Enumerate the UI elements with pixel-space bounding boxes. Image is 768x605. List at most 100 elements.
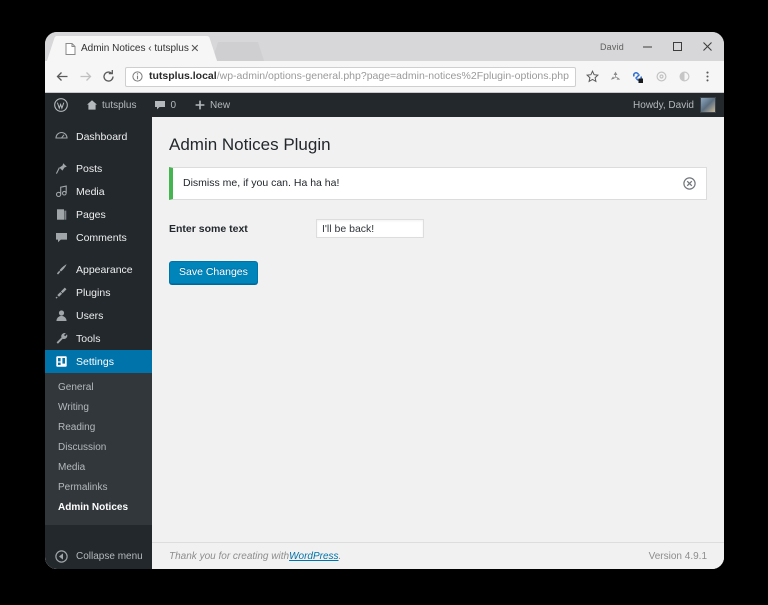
window-minimize-button[interactable] [632, 35, 662, 59]
wp-logo-menu[interactable] [45, 93, 77, 117]
sidebar-item-label: Media [76, 185, 105, 198]
collapse-menu-label: Collapse menu [76, 550, 143, 562]
wp-admin-bar: tutsplus 0 New Howdy, David [45, 93, 724, 117]
footer-thanks-prefix: Thank you for creating with [169, 550, 290, 562]
comment-icon [54, 231, 68, 245]
browser-tab-title: Admin Notices ‹ tutsplus [81, 42, 189, 54]
settings-form-row: Enter some text [169, 219, 707, 238]
settings-gear-icon [54, 355, 68, 369]
wp-body: Dashboard Posts Media Pages Comments App… [45, 117, 724, 569]
forward-button-icon [74, 65, 97, 88]
submenu-item-permalinks[interactable]: Permalinks [45, 478, 152, 498]
wp-howdy-label: Howdy, David [633, 99, 694, 111]
submenu-item-general[interactable]: General [45, 378, 152, 398]
plug-icon [54, 286, 68, 300]
settings-submenu: General Writing Reading Discussion Media… [45, 373, 152, 525]
screenshot-root: Admin Notices ‹ tutsplus ✕ David tutsplu… [0, 0, 768, 605]
notice-dismiss-icon[interactable] [682, 176, 696, 190]
submenu-item-writing[interactable]: Writing [45, 398, 152, 418]
admin-notice: Dismiss me, if you can. Ha ha ha! [169, 167, 707, 200]
sidebar-item-plugins[interactable]: Plugins [45, 281, 152, 304]
link-extension-icon[interactable] [627, 66, 649, 88]
sidebar-item-users[interactable]: Users [45, 304, 152, 327]
sidebar-item-media[interactable]: Media [45, 180, 152, 203]
chrome-menu-icon[interactable] [696, 66, 718, 88]
wp-new-label: New [210, 99, 231, 111]
wp-comments-count: 0 [170, 99, 177, 111]
sidebar-top-gap [45, 117, 152, 125]
wp-site-name: tutsplus [102, 99, 137, 111]
collapse-menu-button[interactable]: Collapse menu [45, 543, 152, 569]
avatar [700, 97, 716, 113]
address-bar[interactable]: tutsplus.local/wp-admin/options-general.… [125, 66, 576, 87]
wp-account-menu[interactable]: Howdy, David [625, 93, 724, 117]
wp-version-label: Version 4.9.1 [648, 550, 707, 562]
window-close-button[interactable] [692, 35, 722, 59]
sidebar-item-label: Dashboard [76, 130, 128, 143]
tab-close-icon[interactable]: ✕ [189, 43, 201, 55]
wp-site-menu[interactable]: tutsplus [77, 93, 145, 117]
wp-new-menu[interactable]: New [185, 93, 239, 117]
sidebar-item-pages[interactable]: Pages [45, 203, 152, 226]
sidebar-item-label: Posts [76, 162, 103, 175]
footer-thanks-suffix: . [338, 550, 342, 562]
save-changes-button[interactable]: Save Changes [169, 261, 258, 284]
sidebar-item-appearance[interactable]: Appearance [45, 258, 152, 281]
url-path: /wp-admin/options-general.php?page=admin… [216, 70, 569, 82]
toolbar-icon-group [581, 66, 718, 88]
url-host: tutsplus.local [149, 70, 217, 82]
back-button-icon[interactable] [51, 65, 74, 88]
sidebar-item-label: Users [76, 309, 104, 322]
wp-comments-menu[interactable]: 0 [145, 93, 185, 117]
window-maximize-button[interactable] [662, 35, 692, 59]
sidebar-item-label: Pages [76, 208, 106, 221]
moon-extension-icon[interactable] [673, 66, 695, 88]
admin-notice-text: Dismiss me, if you can. Ha ha ha! [183, 177, 340, 189]
star-icon[interactable] [581, 66, 603, 88]
sidebar-item-settings[interactable]: Settings [45, 350, 152, 373]
wordpress-logo-icon [54, 98, 68, 112]
comment-bubble-icon [154, 99, 166, 111]
sidebar-separator [45, 249, 152, 258]
plus-icon [194, 99, 206, 111]
media-icon [54, 185, 68, 199]
settings-extension-icon[interactable] [650, 66, 672, 88]
submenu-item-admin-notices[interactable]: Admin Notices [45, 498, 152, 518]
sidebar-item-label: Comments [76, 231, 127, 244]
window-caption-zone: David [592, 32, 724, 61]
sidebar-item-tools[interactable]: Tools [45, 327, 152, 350]
sidebar-item-comments[interactable]: Comments [45, 226, 152, 249]
address-bar-url: tutsplus.local/wp-admin/options-general.… [149, 70, 569, 83]
sidebar-separator [45, 148, 152, 157]
wrench-icon [54, 332, 68, 346]
sidebar-item-posts[interactable]: Posts [45, 157, 152, 180]
wp-admin-sidebar: Dashboard Posts Media Pages Comments App… [45, 117, 152, 569]
enter-text-label: Enter some text [169, 222, 248, 235]
wp-content-inner: Admin Notices Plugin Dismiss me, if you … [152, 117, 724, 542]
browser-tab-active[interactable]: Admin Notices ‹ tutsplus ✕ [57, 36, 207, 61]
dashboard-icon [54, 130, 68, 144]
home-icon [86, 99, 98, 111]
pin-icon [54, 162, 68, 176]
submenu-item-media[interactable]: Media [45, 458, 152, 478]
reload-button-icon[interactable] [97, 65, 120, 88]
page-info-icon[interactable] [132, 71, 143, 82]
wp-footer: Thank you for creating with WordPress. V… [152, 542, 724, 569]
sidebar-item-label: Tools [76, 332, 101, 345]
tab-strip: Admin Notices ‹ tutsplus ✕ David [45, 32, 724, 61]
browser-profile-name[interactable]: David [592, 42, 632, 52]
brush-icon [54, 263, 68, 277]
sidebar-item-label: Plugins [76, 286, 111, 299]
new-tab-button[interactable] [220, 42, 255, 61]
recycle-extension-icon[interactable] [604, 66, 626, 88]
submenu-item-discussion[interactable]: Discussion [45, 438, 152, 458]
page-icon [54, 208, 68, 222]
submenu-item-reading[interactable]: Reading [45, 418, 152, 438]
chrome-browser: Admin Notices ‹ tutsplus ✕ David tutsplu… [45, 32, 724, 569]
user-icon [54, 309, 68, 323]
enter-text-input[interactable] [316, 219, 424, 238]
wordpress-link[interactable]: WordPress [289, 551, 338, 562]
page-favicon-icon [65, 42, 76, 55]
browser-toolbar: tutsplus.local/wp-admin/options-general.… [45, 61, 724, 93]
sidebar-item-dashboard[interactable]: Dashboard [45, 125, 152, 148]
